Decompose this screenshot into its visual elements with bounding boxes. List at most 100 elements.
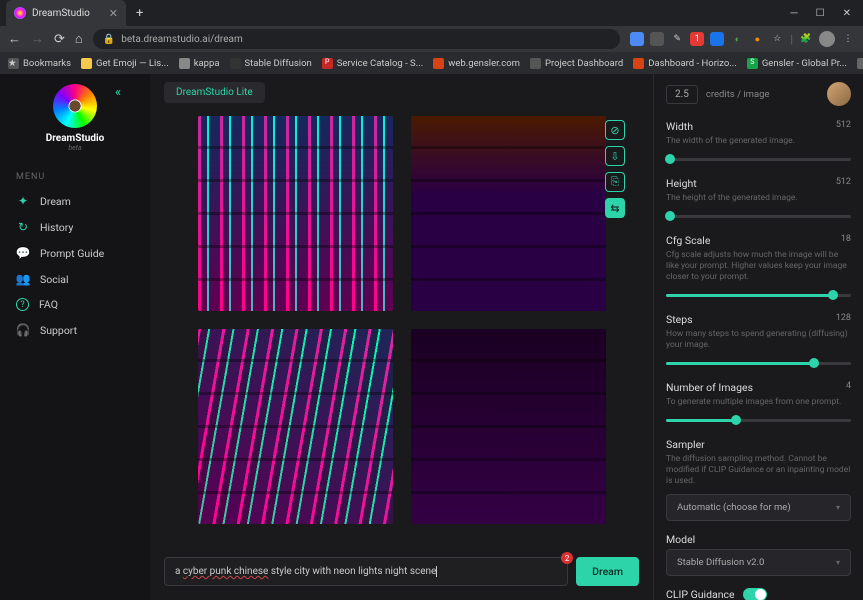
ext-icon[interactable]: 1 xyxy=(690,32,704,46)
window-close-icon[interactable]: ✕ xyxy=(843,8,851,19)
dream-button[interactable]: Dream xyxy=(576,557,639,586)
sidebar-item-social[interactable]: 👥Social xyxy=(0,266,150,292)
collapse-sidebar-icon[interactable]: « xyxy=(115,85,121,100)
generated-image[interactable] xyxy=(411,329,606,524)
num-images-slider[interactable] xyxy=(666,414,851,426)
bookmark-item[interactable]: Stable Diffusion xyxy=(230,58,312,69)
bookmark-item[interactable]: SGensler - Global Pr... xyxy=(747,58,847,69)
chevron-down-icon: ▾ xyxy=(836,558,840,567)
bookmark-item[interactable]: Get Emoji — Lis... xyxy=(81,58,169,69)
tab-title: DreamStudio xyxy=(32,8,103,19)
address-bar: ← → ⟳ ⌂ 🔒 beta.dreamstudio.ai/dream ✎ 1 … xyxy=(0,26,863,52)
tab-close-icon[interactable]: ✕ xyxy=(109,7,118,20)
logo-icon xyxy=(53,84,97,128)
people-icon: 👥 xyxy=(16,272,30,286)
window-maximize-icon[interactable]: ☐ xyxy=(816,8,825,19)
image-toolbar: ⊘ ⇩ ⎘ ⇆ xyxy=(605,120,625,218)
browser-tab[interactable]: DreamStudio ✕ xyxy=(6,0,126,26)
url-bar[interactable]: 🔒 beta.dreamstudio.ai/dream xyxy=(93,29,621,49)
credits-value: 2.5 xyxy=(666,85,698,104)
ext-icon[interactable] xyxy=(650,32,664,46)
setting-width: Width512 The width of the generated imag… xyxy=(666,120,851,165)
tab-favicon xyxy=(14,7,26,19)
ext-icon[interactable]: ◐ xyxy=(730,32,744,46)
main-content: DreamStudio Lite ⊘ ⇩ ⎘ ⇆ a cyber punk ch… xyxy=(150,74,653,600)
prompt-bar: a cyber punk chinese style city with neo… xyxy=(150,549,653,600)
chevron-down-icon: ▾ xyxy=(836,503,840,512)
sidebar: DreamStudio beta MENU ✦Dream ↻History 💬P… xyxy=(0,74,150,600)
bookmark-icon xyxy=(633,58,644,69)
toggle-icon[interactable]: ⇆ xyxy=(605,198,625,218)
copy-icon[interactable]: ⎘ xyxy=(605,172,625,192)
sidebar-item-support[interactable]: 🎧Support xyxy=(0,317,150,343)
user-avatar[interactable] xyxy=(827,82,851,106)
settings-panel: 2.5 credits / image Width512 The width o… xyxy=(653,74,863,600)
download-icon[interactable]: ⇩ xyxy=(605,146,625,166)
height-slider[interactable] xyxy=(666,210,851,222)
window-controls: ─ ☐ ✕ xyxy=(791,8,863,19)
nav-back-icon[interactable]: ← xyxy=(8,31,21,47)
setting-model: Model Stable Diffusion v2.0▾ xyxy=(666,533,851,576)
generated-image[interactable] xyxy=(411,116,606,311)
new-tab-button[interactable]: + xyxy=(136,6,143,21)
clip-guidance-toggle[interactable] xyxy=(743,588,767,600)
brand-beta: beta xyxy=(68,144,81,152)
credits-row: 2.5 credits / image xyxy=(666,82,851,106)
ext-icon[interactable]: ☆ xyxy=(770,32,784,46)
bookmark-item[interactable]: Dashboard - Horizo... xyxy=(633,58,737,69)
nav-forward-icon[interactable]: → xyxy=(31,31,44,47)
bookmark-icon: S xyxy=(747,58,758,69)
lock-icon: 🔒 xyxy=(103,34,115,45)
window-titlebar: DreamStudio ✕ + ─ ☐ ✕ xyxy=(0,0,863,26)
headset-icon: 🎧 xyxy=(16,323,30,337)
menu-header: MENU xyxy=(0,166,150,188)
gallery: ⊘ ⇩ ⎘ ⇆ xyxy=(150,110,653,549)
prompt-input[interactable]: a cyber punk chinese style city with neo… xyxy=(164,557,568,586)
brand-name: DreamStudio xyxy=(46,133,105,144)
ext-icon[interactable] xyxy=(710,32,724,46)
bookmark-item[interactable]: web.gensler.com xyxy=(433,58,520,69)
generated-image[interactable] xyxy=(198,116,393,311)
bookmark-item[interactable]: https://www.mywor... xyxy=(857,58,863,69)
browser-menu-icon[interactable]: ⋮ xyxy=(841,32,855,46)
bookmark-item[interactable]: ★Bookmarks xyxy=(8,58,71,69)
bookmark-icon xyxy=(857,58,863,69)
setting-steps: Steps128 How many steps to spend generat… xyxy=(666,313,851,369)
sidebar-item-prompt-guide[interactable]: 💬Prompt Guide xyxy=(0,240,150,266)
nav-home-icon[interactable]: ⌂ xyxy=(75,31,83,47)
steps-slider[interactable] xyxy=(666,357,851,369)
extensions-menu-icon[interactable]: 🧩 xyxy=(799,32,813,46)
bookmark-item[interactable]: PService Catalog - S... xyxy=(322,58,423,69)
ext-icon[interactable] xyxy=(630,32,644,46)
nav-reload-icon[interactable]: ⟳ xyxy=(54,32,65,47)
bookmarks-bar: ★Bookmarks Get Emoji — Lis... kappa Stab… xyxy=(0,52,863,74)
extension-icons: ✎ 1 ◐ ● ☆ | 🧩 ⋮ xyxy=(630,31,855,47)
cfg-slider[interactable] xyxy=(666,289,851,301)
remove-icon[interactable]: ⊘ xyxy=(605,120,625,140)
window-minimize-icon[interactable]: ─ xyxy=(791,8,798,19)
bookmark-item[interactable]: kappa xyxy=(179,58,220,69)
ext-icon[interactable]: ● xyxy=(750,32,764,46)
profile-avatar-icon[interactable] xyxy=(819,31,835,47)
sparkle-icon: ✦ xyxy=(16,194,30,208)
question-icon: ? xyxy=(16,298,29,311)
setting-cfg: Cfg Scale18 Cfg scale adjusts how much t… xyxy=(666,234,851,301)
bookmark-item[interactable]: Project Dashboard xyxy=(530,58,623,69)
sidebar-item-faq[interactable]: ?FAQ xyxy=(0,292,150,317)
bookmark-icon: ★ xyxy=(8,58,19,69)
sidebar-item-history[interactable]: ↻History xyxy=(0,214,150,240)
setting-height: Height512 The height of the generated im… xyxy=(666,177,851,222)
bookmark-icon: P xyxy=(322,58,333,69)
model-select[interactable]: Stable Diffusion v2.0▾ xyxy=(666,549,851,576)
sampler-select[interactable]: Automatic (choose for me)▾ xyxy=(666,494,851,521)
bookmark-icon xyxy=(81,58,92,69)
mode-pill[interactable]: DreamStudio Lite xyxy=(164,82,265,103)
generated-image[interactable] xyxy=(198,329,393,524)
brand-logo[interactable]: DreamStudio beta xyxy=(0,84,150,152)
prompt-badge: 2 xyxy=(561,552,573,564)
ext-icon[interactable]: ✎ xyxy=(670,32,684,46)
url-text: beta.dreamstudio.ai/dream xyxy=(121,34,243,45)
bookmark-icon xyxy=(433,58,444,69)
sidebar-item-dream[interactable]: ✦Dream xyxy=(0,188,150,214)
width-slider[interactable] xyxy=(666,153,851,165)
